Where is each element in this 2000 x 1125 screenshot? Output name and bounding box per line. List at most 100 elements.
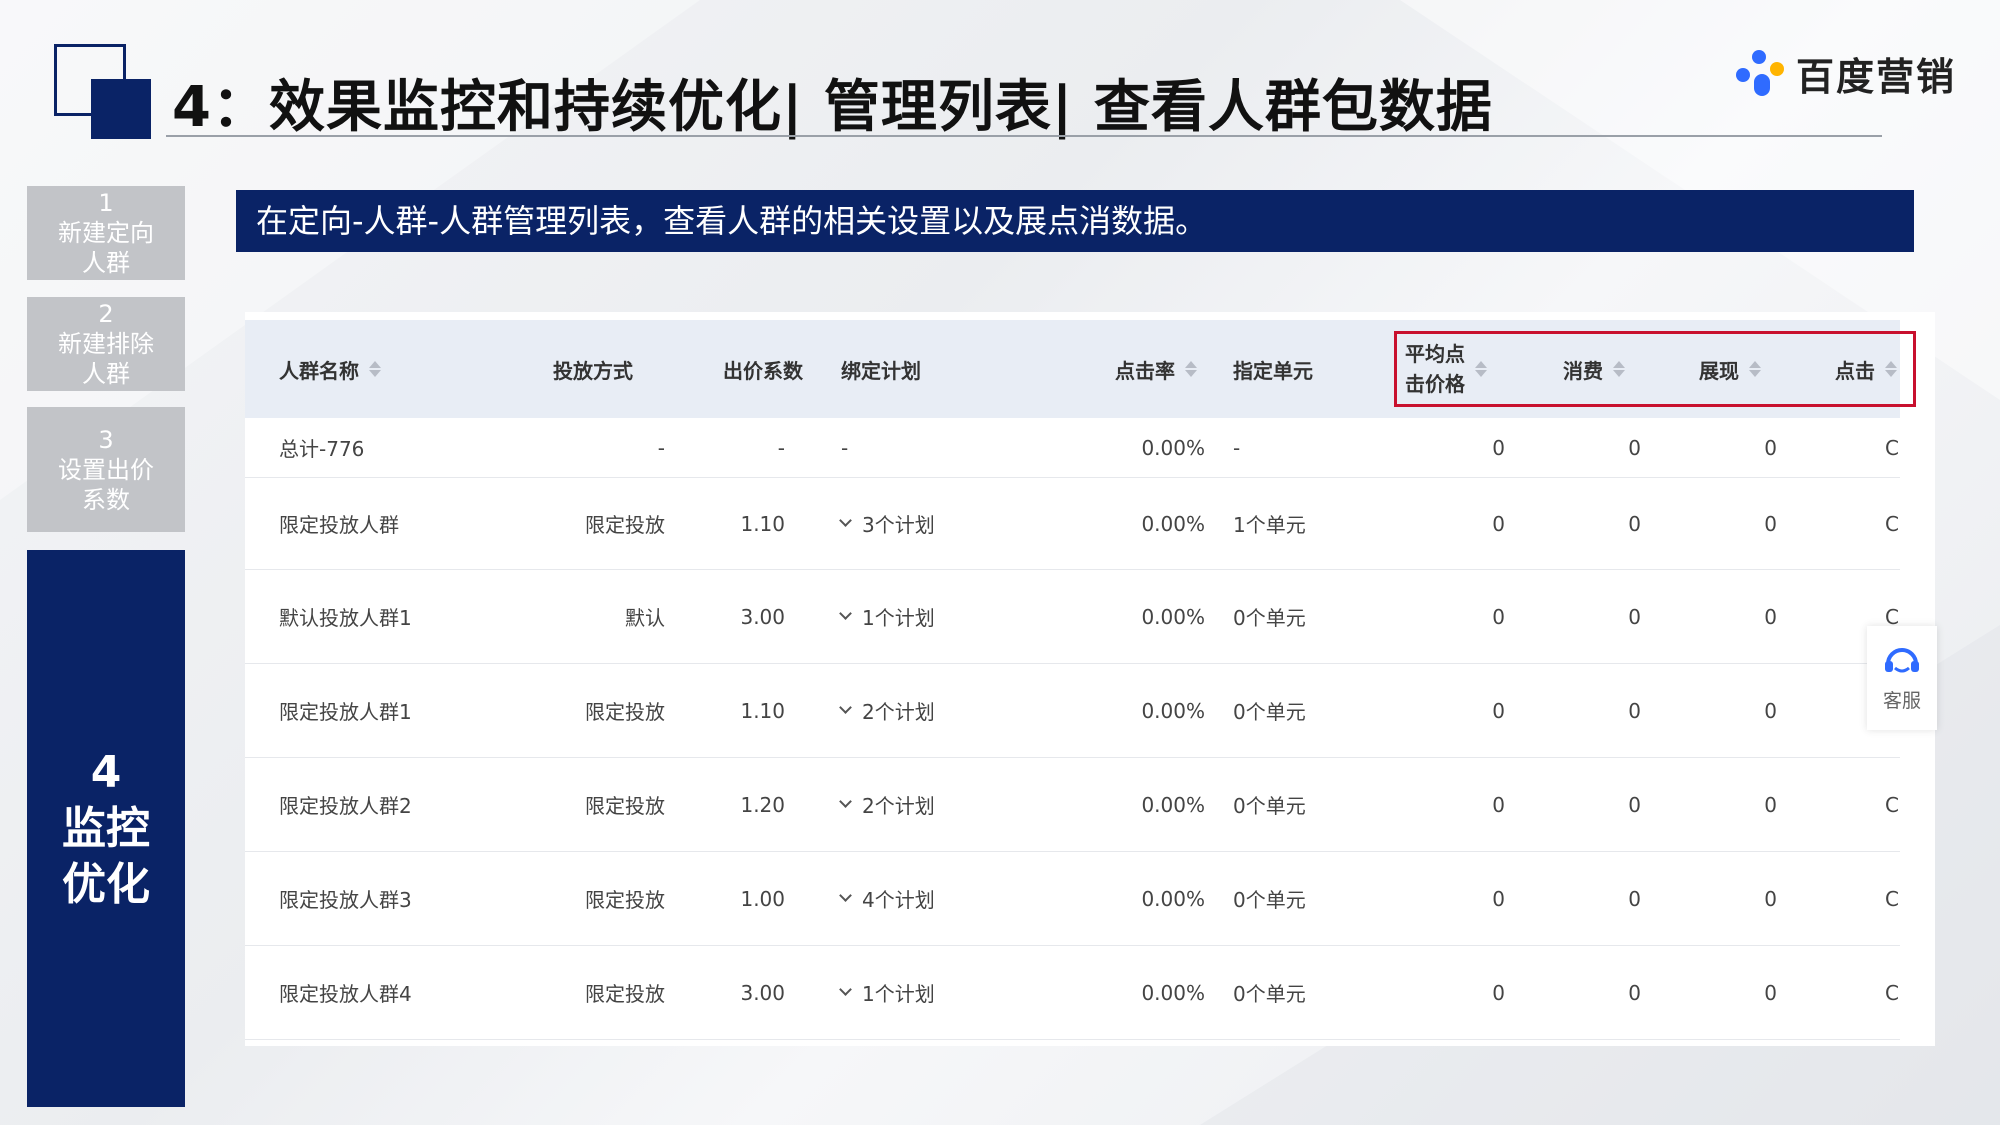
cell-text: 0 <box>1764 435 1777 460</box>
cell-text: 0 <box>1628 792 1641 817</box>
cell-text: C <box>1885 604 1899 629</box>
cell-text: C <box>1885 980 1899 1005</box>
sort-icon[interactable] <box>369 361 381 377</box>
chevron-down-icon[interactable] <box>839 983 852 996</box>
cell-bid: 1.20 <box>675 758 785 851</box>
cell-plan[interactable]: 1个计划 <box>839 946 1041 1039</box>
cell-ctr: 0.00% <box>1065 664 1205 757</box>
cell-cost: 0 <box>1535 570 1641 663</box>
cell-plan: - <box>841 418 1041 477</box>
cell-text: 0 <box>1492 435 1505 460</box>
cell-name: 总计-776 <box>279 418 499 477</box>
cell-bid: 3.00 <box>675 946 785 1039</box>
step-3[interactable]: 3 设置出价 系数 <box>27 407 185 532</box>
cell-text: 0 <box>1628 435 1641 460</box>
table-header: 人群名称 投放方式 出价系数 绑定计划 点击率 指定单元 平均点 击价格 消费 … <box>245 320 1900 418</box>
cell-ctr: 0.00% <box>1065 478 1205 569</box>
cell-ctr: 0.00% <box>1065 946 1205 1039</box>
chevron-down-icon[interactable] <box>839 607 852 620</box>
cell-name: 限定投放人群4 <box>279 946 499 1039</box>
cell-text: 3个计划 <box>862 513 935 537</box>
cell-text: 默认投放人群1 <box>279 606 412 630</box>
col-header-avg-cpc[interactable]: 平均点 击价格 <box>1405 320 1487 418</box>
cell-cost: 0 <box>1535 478 1641 569</box>
cell-plan[interactable]: 1个计划 <box>839 570 1041 663</box>
cell-text: 限定投放人群4 <box>279 982 412 1006</box>
cell-avg-cpc: 0 <box>1395 946 1505 1039</box>
cell-cost: 0 <box>1535 946 1641 1039</box>
col-header-unit: 指定单元 <box>1233 358 1313 383</box>
sort-icon[interactable] <box>1185 361 1197 377</box>
cell-mode: 默认 <box>505 570 665 663</box>
col-header-clicks[interactable]: 点击 <box>1835 320 1897 418</box>
cell-clicks: C <box>1805 758 1899 851</box>
col-header-impressions[interactable]: 展现 <box>1699 320 1761 418</box>
step-4-active[interactable]: 4 监控 优化 <box>27 550 185 1107</box>
cell-clicks: C <box>1805 852 1899 945</box>
cell-unit: 0个单元 <box>1233 852 1383 945</box>
chevron-down-icon[interactable] <box>839 889 852 902</box>
sort-icon[interactable] <box>1613 361 1625 377</box>
cell-text: 0 <box>1628 604 1641 629</box>
sort-icon[interactable] <box>1749 361 1761 377</box>
cell-text: - <box>657 435 665 460</box>
table-row: 限定投放人群3 限定投放 1.00 4个计划 0.00% 0个单元 0 0 0 C <box>245 852 1900 946</box>
step-label: 新建定向 人群 <box>58 219 154 277</box>
sort-icon[interactable] <box>1475 361 1487 377</box>
cell-mode: 限定投放 <box>505 946 665 1039</box>
cell-text: 0.00% <box>1141 886 1205 911</box>
brand-logo: 百度营销 <box>1732 46 1956 101</box>
cell-plan[interactable]: 3个计划 <box>839 478 1041 569</box>
cell-text: 限定投放人群 <box>279 513 399 537</box>
page-title: 4：效果监控和持续优化| 管理列表| 查看人群包数据 <box>172 75 1493 140</box>
cell-cost: 0 <box>1535 664 1641 757</box>
chevron-down-icon[interactable] <box>839 795 852 808</box>
chevron-down-icon[interactable] <box>839 514 852 527</box>
cell-impressions: 0 <box>1671 852 1777 945</box>
cell-text: 限定投放人群1 <box>279 700 412 724</box>
cell-text: 0个单元 <box>1233 982 1306 1006</box>
step-label: 设置出价 系数 <box>58 455 154 514</box>
sort-icon[interactable] <box>1885 361 1897 377</box>
cell-name: 限定投放人群2 <box>279 758 499 851</box>
table-row: 默认投放人群1 默认 3.00 1个计划 0.00% 0个单元 0 0 0 C <box>245 570 1900 664</box>
service-label: 客服 <box>1882 689 1921 712</box>
cell-impressions: 0 <box>1671 946 1777 1039</box>
cell-ctr: 0.00% <box>1065 758 1205 851</box>
cell-text: 2个计划 <box>862 794 935 818</box>
col-header-cost[interactable]: 消费 <box>1563 320 1625 418</box>
cell-text: 0 <box>1492 886 1505 911</box>
cell-text: - <box>777 435 785 460</box>
col-header-ctr[interactable]: 点击率 <box>1115 320 1197 418</box>
step-number: 3 <box>98 425 114 454</box>
cell-text: 0 <box>1764 886 1777 911</box>
cell-plan[interactable]: 4个计划 <box>839 852 1041 945</box>
chevron-down-icon[interactable] <box>839 701 852 714</box>
col-header-bid: 出价系数 <box>723 358 803 383</box>
cell-unit: 1个单元 <box>1233 478 1383 569</box>
step-2[interactable]: 2 新建排除 人群 <box>27 297 185 391</box>
cell-clicks: C <box>1805 946 1899 1039</box>
col-header-name[interactable]: 人群名称 <box>279 320 381 418</box>
cell-plan[interactable]: 2个计划 <box>839 758 1041 851</box>
table-row: 总计-776 - - - 0.00% - 0 0 0 C <box>245 418 1900 478</box>
cell-impressions: 0 <box>1671 570 1777 663</box>
step-number: 1 <box>98 189 114 217</box>
cell-text: 0.00% <box>1141 980 1205 1005</box>
cell-text: 0个单元 <box>1233 794 1306 818</box>
cell-text: 0个单元 <box>1233 700 1306 724</box>
cell-text: 限定投放 <box>585 513 665 537</box>
cell-text: 1个计划 <box>862 606 935 630</box>
cell-bid: 3.00 <box>675 570 785 663</box>
cell-text: 1个单元 <box>1233 513 1306 537</box>
customer-service-widget[interactable]: 客服 <box>1867 626 1937 730</box>
col-header-plan: 绑定计划 <box>841 358 921 383</box>
cell-text: 总计-776 <box>279 437 365 461</box>
step-1[interactable]: 1 新建定向 人群 <box>27 186 185 280</box>
cell-text: 0 <box>1764 511 1777 536</box>
cell-text: 0个单元 <box>1233 606 1306 630</box>
table-row: 限定投放人群4 限定投放 3.00 1个计划 0.00% 0个单元 0 0 0 C <box>245 946 1900 1040</box>
cell-plan[interactable]: 2个计划 <box>839 664 1041 757</box>
col-header-mode: 投放方式 <box>553 358 633 383</box>
cell-bid: 1.10 <box>675 478 785 569</box>
